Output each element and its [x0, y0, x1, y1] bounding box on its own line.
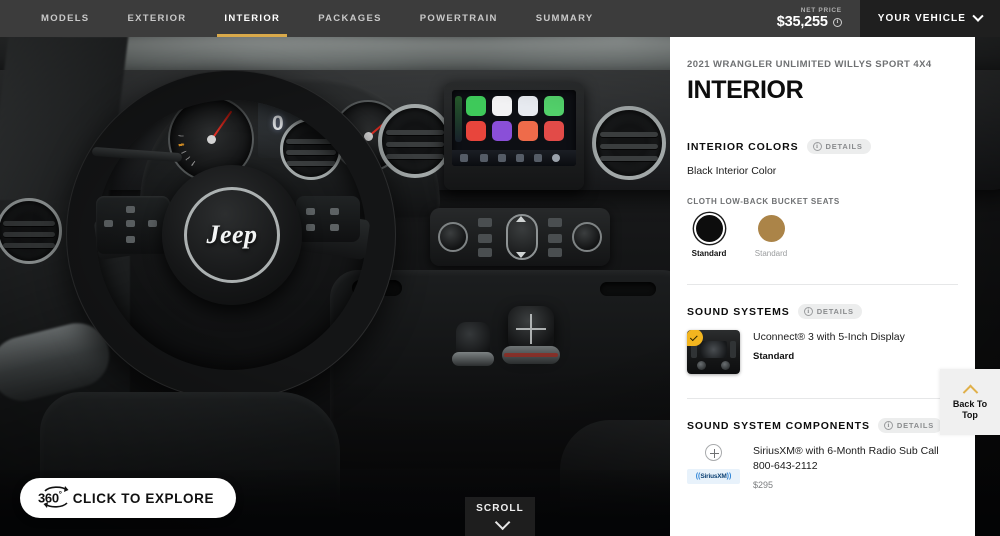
component-name: SiriusXM® with 6-Month Radio Sub Call 80… — [753, 445, 939, 473]
nav-label: MODELS — [41, 13, 90, 24]
nav-item-powertrain[interactable]: POWERTRAIN — [401, 0, 517, 37]
info-circle-icon: i — [883, 421, 893, 430]
your-vehicle-label: YOUR VEHICLE — [877, 13, 966, 24]
steering-wheel-controls-left — [96, 196, 170, 254]
swatch-color-dot — [757, 215, 785, 242]
details-label: DETAILS — [816, 307, 854, 316]
chevron-down-icon — [494, 514, 510, 531]
app-grid — [466, 96, 564, 141]
swatch-black-interior[interactable]: Standard — [687, 215, 731, 258]
section-divider — [687, 284, 958, 285]
right-switch-bank — [600, 282, 656, 296]
section-divider — [687, 398, 958, 399]
interior-color-swatches: Standard Standard — [687, 215, 958, 258]
sound-system-option-row[interactable]: Uconnect® 3 with 5-Inch Display Standard — [687, 330, 958, 374]
component-price: $295 — [753, 480, 774, 491]
scroll-indicator[interactable]: SCROLL — [465, 497, 535, 536]
nav-label: INTERIOR — [224, 13, 281, 24]
net-price-label: NET PRICE — [800, 6, 842, 14]
nav-item-models[interactable]: MODELS — [22, 0, 108, 37]
transfer-case-boot — [452, 352, 494, 366]
net-price-block[interactable]: NET PRICE $35,255 i — [766, 0, 860, 37]
swatch-tan-interior[interactable]: Standard — [749, 215, 793, 258]
your-vehicle-button[interactable]: YOUR VEHICLE — [859, 0, 1000, 37]
swatch-color-dot — [695, 215, 723, 242]
sound-systems-header: SOUND SYSTEMS i DETAILS — [687, 304, 958, 319]
nav-label: SUMMARY — [535, 13, 594, 24]
section-title: SOUND SYSTEM COMPONENTS — [687, 419, 870, 432]
sound-system-option-text: Uconnect® 3 with 5-Inch Display Standard — [753, 330, 905, 362]
explore-label: CLICK TO EXPLORE — [72, 490, 215, 506]
back-to-top-label: Back To Top — [953, 399, 987, 420]
infotainment-screen — [452, 90, 576, 166]
climate-control-panel — [430, 208, 610, 266]
vehicle-subtitle: 2021 WRANGLER UNLIMITED WILLYS SPORT 4X4 — [687, 59, 932, 70]
configurator-page: 0 Jeep MODELS EXTERIOR INTERIOR PACKAGES… — [0, 0, 1000, 536]
component-add-column: (( SiriusXM )) — [687, 444, 740, 484]
back-to-top-line2: Top — [962, 409, 978, 420]
chevron-down-icon — [972, 10, 984, 22]
siriusxm-logo: (( SiriusXM )) — [687, 469, 740, 484]
components-details-button[interactable]: i DETAILS — [877, 418, 943, 433]
shifter-boot — [502, 346, 560, 364]
info-circle-icon[interactable]: i — [832, 17, 842, 27]
nav-label: EXTERIOR — [127, 13, 187, 24]
nav-item-summary[interactable]: SUMMARY — [517, 0, 613, 37]
page-title: INTERIOR — [687, 76, 804, 104]
center-right-vent — [592, 106, 666, 180]
option-name: Uconnect® 3 with 5-Inch Display — [753, 331, 905, 343]
sound-component-option-row[interactable]: (( SiriusXM )) SiriusXM® with 6-Month Ra… — [687, 444, 958, 490]
rotate-360-icon: 360° — [38, 486, 69, 509]
plus-circle-icon[interactable] — [705, 444, 722, 461]
section-title: INTERIOR COLORS — [687, 140, 799, 153]
back-to-top-button[interactable]: Back To Top — [940, 369, 1000, 435]
nav-item-exterior[interactable]: EXTERIOR — [108, 0, 205, 37]
details-label: DETAILS — [825, 142, 863, 151]
info-circle-icon: i — [803, 307, 813, 316]
click-to-explore-button[interactable]: 360° CLICK TO EXPLORE — [20, 478, 237, 518]
net-price-value-row: $35,255 i — [777, 14, 842, 31]
net-price-value: $35,255 — [776, 13, 828, 30]
chevron-up-icon — [962, 384, 978, 401]
scroll-label: SCROLL — [476, 503, 524, 514]
nav-item-packages[interactable]: PACKAGES — [299, 0, 401, 37]
interior-colors-details-button[interactable]: i DETAILS — [806, 139, 871, 154]
rotate-arrows-icon — [43, 486, 69, 509]
info-circle-icon: i — [812, 142, 822, 151]
sound-systems-details-button[interactable]: i DETAILS — [797, 304, 862, 319]
steering-wheel-controls-right — [296, 196, 360, 242]
interior-colors-header: INTERIOR COLORS i DETAILS — [687, 139, 958, 154]
option-status: Standard — [753, 351, 795, 363]
nav-label: PACKAGES — [318, 13, 382, 24]
top-navigation-bar: MODELS EXTERIOR INTERIOR PACKAGES POWERT… — [0, 0, 1000, 37]
swatch-label: Standard — [754, 249, 788, 258]
selected-interior-color: Black Interior Color — [687, 165, 777, 177]
sound-component-text: SiriusXM® with 6-Month Radio Sub Call 80… — [753, 444, 958, 490]
uconnect-radio-thumbnail — [687, 330, 740, 374]
back-to-top-line1: Back To — [952, 399, 988, 410]
steering-wheel-hub: Jeep — [162, 165, 302, 305]
swatch-label: Standard — [691, 249, 727, 258]
nav-items: MODELS EXTERIOR INTERIOR PACKAGES POWERT… — [0, 0, 613, 37]
center-left-vent — [378, 104, 452, 178]
siriusxm-logo-text: SiriusXM — [700, 473, 727, 480]
seat-group-label: CLOTH LOW-BACK BUCKET SEATS — [687, 197, 840, 206]
section-title: SOUND SYSTEMS — [687, 305, 790, 318]
nav-label: POWERTRAIN — [419, 13, 498, 24]
configuration-panel: 2021 WRANGLER UNLIMITED WILLYS SPORT 4X4… — [670, 37, 975, 536]
details-label: DETAILS — [896, 421, 935, 430]
nav-item-interior[interactable]: INTERIOR — [205, 0, 299, 37]
sound-system-components-header: SOUND SYSTEM COMPONENTS i DETAILS — [687, 418, 958, 433]
